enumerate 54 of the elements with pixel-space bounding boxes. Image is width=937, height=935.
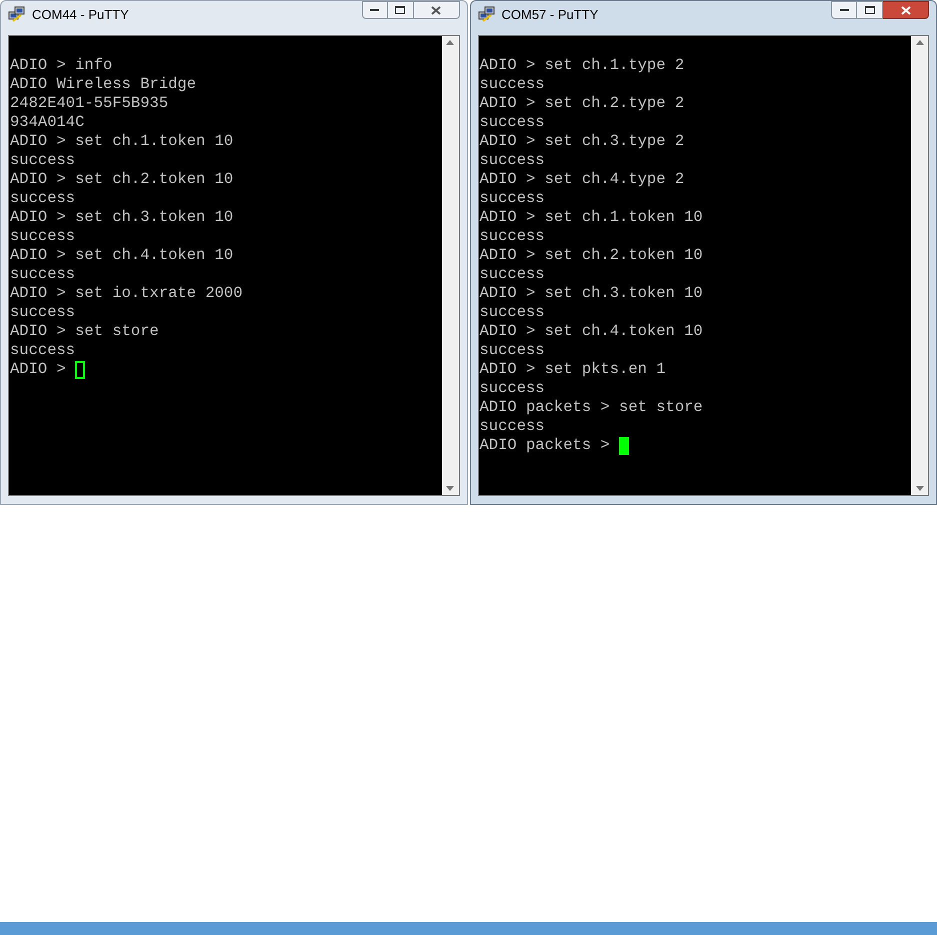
terminal-line: ADIO > set ch.1.token 10 <box>480 208 703 227</box>
terminal-line: ADIO > set ch.3.type 2 <box>480 132 684 151</box>
terminal-line: success <box>10 303 76 322</box>
computer-icon <box>8 6 26 24</box>
terminal-line: ADIO > set io.txrate 2000 <box>10 284 243 303</box>
terminal-line: ADIO packets > set store <box>480 398 703 417</box>
terminal-line: success <box>10 189 76 208</box>
terminal-line: success <box>480 151 545 170</box>
close-button[interactable] <box>414 1 460 19</box>
terminal-line: ADIO > set ch.3.token 10 <box>10 208 234 227</box>
terminal-line: success <box>480 417 545 436</box>
minimize-button[interactable] <box>362 1 388 19</box>
terminal-line: ADIO > set ch.4.token 10 <box>10 246 234 265</box>
terminal-line: success <box>10 265 76 284</box>
close-button[interactable] <box>883 1 929 19</box>
terminal-line: ADIO > set ch.2.token 10 <box>480 246 703 265</box>
terminal-line: ADIO > set ch.3.token 10 <box>480 284 703 303</box>
scroll-down-icon <box>446 486 454 491</box>
terminal-line: ADIO Wireless Bridge <box>10 75 196 94</box>
terminal-line: success <box>480 75 545 94</box>
terminal-line: ADIO > set ch.4.token 10 <box>480 322 703 341</box>
scroll-down-icon <box>916 486 924 491</box>
terminal-line: ADIO > set ch.1.token 10 <box>10 132 234 151</box>
terminal-line: ADIO > info <box>10 56 112 75</box>
terminal-line: success <box>10 341 76 360</box>
maximize-button[interactable] <box>857 1 883 19</box>
close-icon <box>431 6 441 14</box>
terminal-prompt: ADIO > <box>10 360 66 379</box>
maximize-button[interactable] <box>388 1 414 19</box>
terminal-line: ADIO > set ch.4.type 2 <box>480 170 684 189</box>
terminal-line: success <box>480 341 545 360</box>
terminal-line: 2482E401-55F5B935 <box>10 94 168 113</box>
scroll-up-icon <box>916 40 924 45</box>
terminal-line: ADIO > set pkts.en 1 <box>480 360 666 379</box>
terminal-line: success <box>480 265 545 284</box>
scroll-up-icon <box>446 40 454 45</box>
terminal-line: ADIO > set ch.2.type 2 <box>480 94 684 113</box>
window-title: COM57 - PuTTY <box>502 6 598 24</box>
terminal-line: 934A014C <box>10 113 84 132</box>
terminal-line: success <box>480 227 545 246</box>
close-icon <box>900 6 910 14</box>
terminal-line: success <box>480 113 545 132</box>
window-title: COM44 - PuTTY <box>32 6 129 24</box>
terminal-line: success <box>480 379 545 398</box>
minimize-button[interactable] <box>831 1 857 19</box>
terminal-line: success <box>480 189 545 208</box>
terminal-line: ADIO > set store <box>10 322 159 341</box>
terminal-line: ADIO > set ch.1.type 2 <box>480 56 684 75</box>
terminal-line: success <box>10 227 76 246</box>
terminal-prompt: ADIO packets > <box>480 436 610 455</box>
terminal-line: ADIO > set ch.2.token 10 <box>10 170 234 189</box>
terminal-line: success <box>10 151 76 170</box>
computer-icon <box>478 6 496 24</box>
terminal-line: success <box>480 303 545 322</box>
